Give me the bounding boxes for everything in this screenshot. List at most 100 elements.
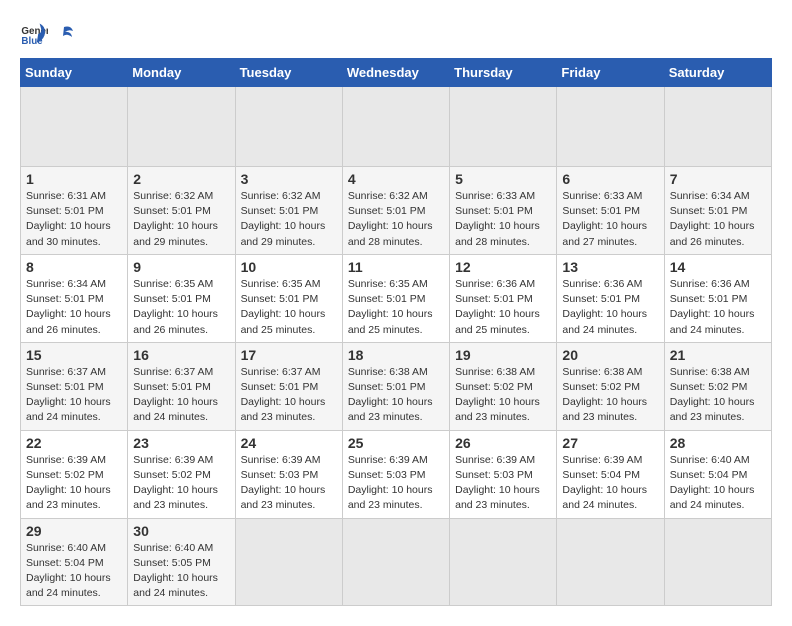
calendar-cell: 1 Sunrise: 6:31 AM Sunset: 5:01 PM Daylig… <box>21 167 128 255</box>
svg-text:Blue: Blue <box>21 36 43 47</box>
day-number: 29 <box>26 523 122 539</box>
calendar-header-saturday: Saturday <box>664 59 771 87</box>
day-info: Sunrise: 6:37 AM Sunset: 5:01 PM Dayligh… <box>133 365 229 426</box>
day-info: Sunrise: 6:33 AM Sunset: 5:01 PM Dayligh… <box>455 189 551 250</box>
day-info: Sunrise: 6:36 AM Sunset: 5:01 PM Dayligh… <box>562 277 658 338</box>
day-number: 10 <box>241 259 337 275</box>
day-info: Sunrise: 6:36 AM Sunset: 5:01 PM Dayligh… <box>455 277 551 338</box>
day-info: Sunrise: 6:39 AM Sunset: 5:03 PM Dayligh… <box>348 453 444 514</box>
calendar-cell: 3Sunrise: 6:32 AM Sunset: 5:01 PM Daylig… <box>235 167 342 255</box>
calendar-cell: 4 Sunrise: 6:32 AM Sunset: 5:01 PM Daylig… <box>342 167 449 255</box>
day-number: 22 <box>26 435 122 451</box>
day-number: 13 <box>562 259 658 275</box>
calendar-cell: 22 Sunrise: 6:39 AM Sunset: 5:02 PM Dayli… <box>21 430 128 518</box>
day-number: 9 <box>133 259 229 275</box>
calendar-week-row: 29 Sunrise: 6:40 AM Sunset: 5:04 PM Dayli… <box>21 518 772 606</box>
day-info: Sunrise: 6:35 AM Sunset: 5:01 PM Dayligh… <box>348 277 444 338</box>
calendar-cell <box>342 518 449 606</box>
calendar-cell: 23Sunrise: 6:39 AM Sunset: 5:02 PM Dayli… <box>128 430 235 518</box>
calendar-header-sunday: Sunday <box>21 59 128 87</box>
calendar-cell <box>21 87 128 167</box>
day-info: Sunrise: 6:33 AM Sunset: 5:01 PM Dayligh… <box>562 189 658 250</box>
day-number: 28 <box>670 435 766 451</box>
day-info: Sunrise: 6:40 AM Sunset: 5:05 PM Dayligh… <box>133 541 229 602</box>
day-info: Sunrise: 6:31 AM Sunset: 5:01 PM Dayligh… <box>26 189 122 250</box>
day-number: 5 <box>455 171 551 187</box>
calendar-cell: 10 Sunrise: 6:35 AM Sunset: 5:01 PM Dayli… <box>235 254 342 342</box>
day-number: 14 <box>670 259 766 275</box>
day-number: 23 <box>133 435 229 451</box>
calendar-cell: 13 Sunrise: 6:36 AM Sunset: 5:01 PM Dayli… <box>557 254 664 342</box>
calendar-cell <box>664 87 771 167</box>
logo-icon: General Blue <box>20 20 48 48</box>
day-number: 26 <box>455 435 551 451</box>
calendar-header-wednesday: Wednesday <box>342 59 449 87</box>
calendar-header-friday: Friday <box>557 59 664 87</box>
day-number: 4 <box>348 171 444 187</box>
day-info: Sunrise: 6:32 AM Sunset: 5:01 PM Dayligh… <box>133 189 229 250</box>
calendar-cell <box>235 518 342 606</box>
day-info: Sunrise: 6:34 AM Sunset: 5:01 PM Dayligh… <box>26 277 122 338</box>
calendar-cell: 25Sunrise: 6:39 AM Sunset: 5:03 PM Dayli… <box>342 430 449 518</box>
calendar-week-row: 22 Sunrise: 6:39 AM Sunset: 5:02 PM Dayli… <box>21 430 772 518</box>
day-number: 6 <box>562 171 658 187</box>
day-info: Sunrise: 6:35 AM Sunset: 5:01 PM Dayligh… <box>133 277 229 338</box>
day-info: Sunrise: 6:40 AM Sunset: 5:04 PM Dayligh… <box>670 453 766 514</box>
day-number: 27 <box>562 435 658 451</box>
day-info: Sunrise: 6:40 AM Sunset: 5:04 PM Dayligh… <box>26 541 122 602</box>
day-number: 2 <box>133 171 229 187</box>
calendar-header-row: SundayMondayTuesdayWednesdayThursdayFrid… <box>21 59 772 87</box>
calendar-cell: 30 Sunrise: 6:40 AM Sunset: 5:05 PM Dayli… <box>128 518 235 606</box>
day-number: 21 <box>670 347 766 363</box>
logo: General Blue <box>20 20 76 48</box>
day-number: 11 <box>348 259 444 275</box>
calendar-week-row <box>21 87 772 167</box>
day-number: 17 <box>241 347 337 363</box>
day-info: Sunrise: 6:39 AM Sunset: 5:02 PM Dayligh… <box>26 453 122 514</box>
day-info: Sunrise: 6:37 AM Sunset: 5:01 PM Dayligh… <box>241 365 337 426</box>
calendar-cell <box>664 518 771 606</box>
day-info: Sunrise: 6:32 AM Sunset: 5:01 PM Dayligh… <box>348 189 444 250</box>
day-number: 18 <box>348 347 444 363</box>
calendar-cell: 8 Sunrise: 6:34 AM Sunset: 5:01 PM Daylig… <box>21 254 128 342</box>
calendar-cell: 27Sunrise: 6:39 AM Sunset: 5:04 PM Dayli… <box>557 430 664 518</box>
calendar-cell: 19Sunrise: 6:38 AM Sunset: 5:02 PM Dayli… <box>450 342 557 430</box>
calendar-cell: 2 Sunrise: 6:32 AM Sunset: 5:01 PM Daylig… <box>128 167 235 255</box>
day-info: Sunrise: 6:38 AM Sunset: 5:01 PM Dayligh… <box>348 365 444 426</box>
calendar-cell: 20Sunrise: 6:38 AM Sunset: 5:02 PM Dayli… <box>557 342 664 430</box>
calendar-cell: 5 Sunrise: 6:33 AM Sunset: 5:01 PM Daylig… <box>450 167 557 255</box>
calendar-cell: 9 Sunrise: 6:35 AM Sunset: 5:01 PM Daylig… <box>128 254 235 342</box>
calendar-cell <box>128 87 235 167</box>
day-number: 19 <box>455 347 551 363</box>
calendar-cell: 15 Sunrise: 6:37 AM Sunset: 5:01 PM Dayli… <box>21 342 128 430</box>
day-info: Sunrise: 6:37 AM Sunset: 5:01 PM Dayligh… <box>26 365 122 426</box>
day-number: 1 <box>26 171 122 187</box>
day-number: 8 <box>26 259 122 275</box>
page-header: General Blue <box>20 20 772 48</box>
day-info: Sunrise: 6:34 AM Sunset: 5:01 PM Dayligh… <box>670 189 766 250</box>
calendar-header-tuesday: Tuesday <box>235 59 342 87</box>
calendar-cell <box>557 518 664 606</box>
day-info: Sunrise: 6:38 AM Sunset: 5:02 PM Dayligh… <box>670 365 766 426</box>
day-number: 7 <box>670 171 766 187</box>
day-info: Sunrise: 6:35 AM Sunset: 5:01 PM Dayligh… <box>241 277 337 338</box>
day-number: 15 <box>26 347 122 363</box>
calendar-header-thursday: Thursday <box>450 59 557 87</box>
calendar-cell <box>342 87 449 167</box>
calendar-cell: 16 Sunrise: 6:37 AM Sunset: 5:01 PM Dayli… <box>128 342 235 430</box>
calendar-cell: 18 Sunrise: 6:38 AM Sunset: 5:01 PM Dayli… <box>342 342 449 430</box>
calendar-cell: 29 Sunrise: 6:40 AM Sunset: 5:04 PM Dayli… <box>21 518 128 606</box>
calendar-cell: 24Sunrise: 6:39 AM Sunset: 5:03 PM Dayli… <box>235 430 342 518</box>
day-number: 30 <box>133 523 229 539</box>
calendar-week-row: 8 Sunrise: 6:34 AM Sunset: 5:01 PM Daylig… <box>21 254 772 342</box>
day-info: Sunrise: 6:39 AM Sunset: 5:03 PM Dayligh… <box>241 453 337 514</box>
calendar-header-monday: Monday <box>128 59 235 87</box>
day-number: 16 <box>133 347 229 363</box>
calendar-table: SundayMondayTuesdayWednesdayThursdayFrid… <box>20 58 772 606</box>
calendar-cell: 21 Sunrise: 6:38 AM Sunset: 5:02 PM Dayli… <box>664 342 771 430</box>
calendar-cell: 14Sunrise: 6:36 AM Sunset: 5:01 PM Dayli… <box>664 254 771 342</box>
day-info: Sunrise: 6:39 AM Sunset: 5:03 PM Dayligh… <box>455 453 551 514</box>
day-number: 12 <box>455 259 551 275</box>
day-info: Sunrise: 6:32 AM Sunset: 5:01 PM Dayligh… <box>241 189 337 250</box>
calendar-cell: 26 Sunrise: 6:39 AM Sunset: 5:03 PM Dayli… <box>450 430 557 518</box>
